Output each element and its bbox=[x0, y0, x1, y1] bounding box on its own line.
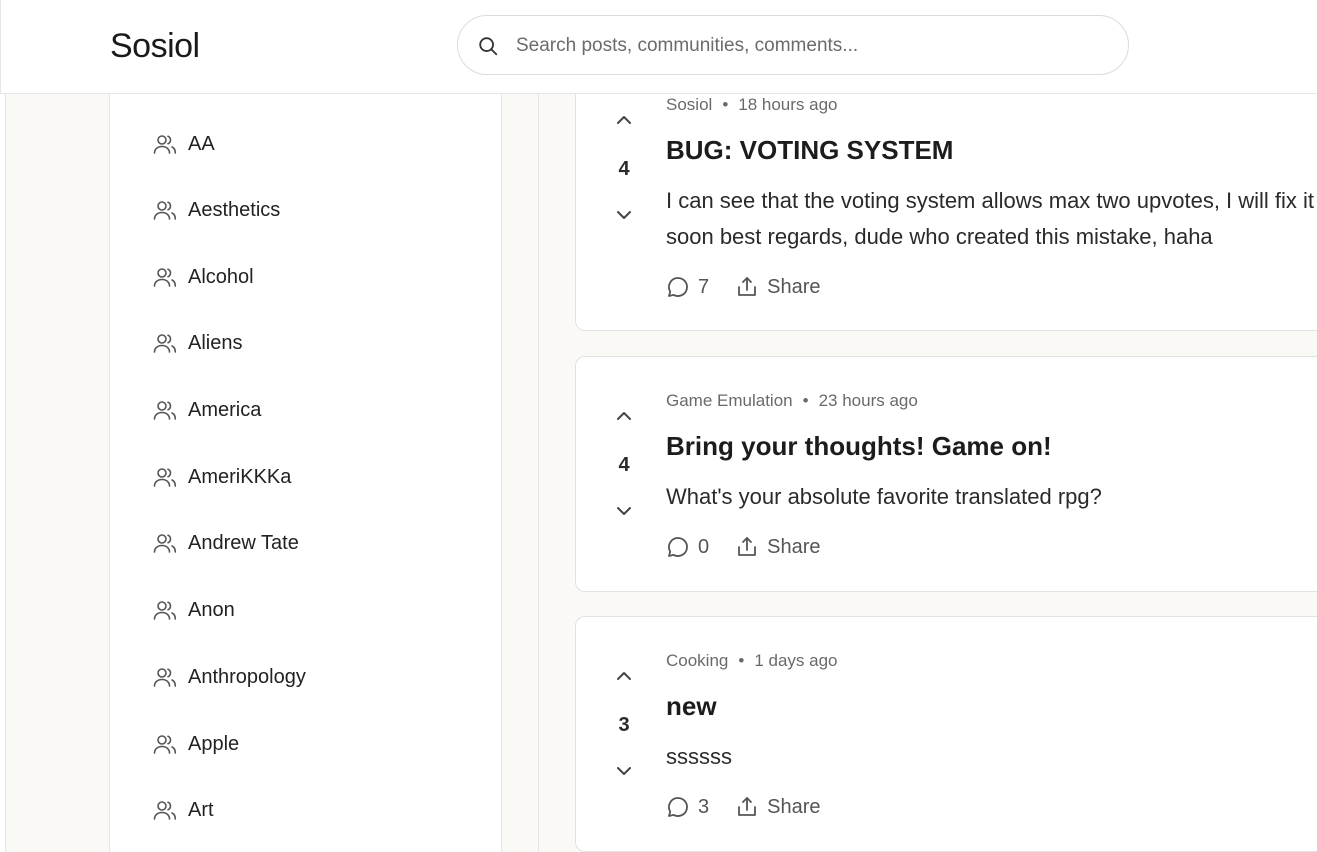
sidebar-item-label: Alcohol bbox=[188, 265, 254, 288]
sidebar-item-label: Anon bbox=[188, 598, 235, 621]
post-meta: Cooking • 1 days ago bbox=[666, 651, 838, 670]
chevron-up-icon[interactable] bbox=[614, 406, 634, 426]
users-icon bbox=[153, 801, 177, 820]
comment-icon bbox=[668, 277, 688, 297]
share-button[interactable]: Share bbox=[735, 275, 821, 299]
post-community[interactable]: Cooking bbox=[666, 651, 728, 670]
share-label: Share bbox=[767, 795, 821, 818]
vote-count: 4 bbox=[618, 454, 630, 476]
post-card: 3 Cooking • 1 days ago new ssssss 3 Share bbox=[575, 616, 1317, 852]
post-body: ssssss bbox=[666, 744, 732, 769]
left-panel-edge bbox=[0, 94, 6, 852]
comment-count: 7 bbox=[698, 275, 710, 298]
post-actions: 3 Share bbox=[666, 795, 821, 819]
sidebar-item-label: Andrew Tate bbox=[188, 531, 299, 554]
post-meta: Sosiol • 18 hours ago bbox=[666, 95, 838, 114]
post-card: 4 Sosiol • 18 hours ago BUG: VOTING SYSTEM… bbox=[575, 60, 1317, 331]
post-time: 1 days ago bbox=[754, 651, 838, 670]
users-icon bbox=[153, 268, 177, 287]
post-body: What's your absolute favorite translated… bbox=[666, 484, 1102, 509]
sidebar-item-aesthetics[interactable]: Aesthetics bbox=[152, 192, 472, 228]
sidebar-item-america[interactable]: America bbox=[152, 392, 472, 428]
post-actions: 0 Share bbox=[666, 535, 821, 559]
users-icon bbox=[153, 735, 177, 754]
post-card: 4 Game Emulation • 23 hours ago Bring your… bbox=[575, 356, 1317, 592]
search-input[interactable] bbox=[516, 30, 1096, 62]
post-time: 23 hours ago bbox=[818, 391, 918, 410]
users-icon bbox=[153, 334, 177, 353]
sidebar-item-label: Aesthetics bbox=[188, 198, 281, 221]
post-time: 18 hours ago bbox=[738, 95, 838, 114]
chevron-down-icon[interactable] bbox=[614, 501, 634, 521]
sidebar-item-label: AA bbox=[188, 132, 215, 155]
vote-count: 4 bbox=[618, 158, 630, 180]
post-actions: 7 Share bbox=[666, 275, 821, 299]
sidebar-item-label: Aliens bbox=[188, 331, 243, 354]
sidebar-item-label: Art bbox=[188, 798, 214, 821]
users-icon bbox=[153, 468, 177, 487]
comments-button[interactable]: 0 bbox=[666, 535, 709, 559]
comment-count: 0 bbox=[698, 535, 710, 558]
share-icon bbox=[738, 277, 757, 296]
users-icon bbox=[153, 534, 177, 553]
users-icon bbox=[153, 135, 177, 154]
column-divider bbox=[538, 94, 539, 852]
post-title[interactable]: BUG: VOTING SYSTEM bbox=[666, 135, 953, 166]
sidebar-item-anon[interactable]: Anon bbox=[152, 592, 472, 628]
comment-icon bbox=[668, 537, 688, 557]
sidebar-item-art[interactable]: Art bbox=[152, 792, 472, 828]
share-button[interactable]: Share bbox=[735, 535, 821, 559]
sidebar-item-aliens[interactable]: Aliens bbox=[152, 325, 472, 361]
users-icon bbox=[153, 401, 177, 420]
chevron-down-icon[interactable] bbox=[614, 761, 634, 781]
sidebar-item-label: AmeriKKKa bbox=[188, 465, 292, 488]
sidebar-item-alcohol[interactable]: Alcohol bbox=[152, 259, 472, 295]
sidebar-item-label: Anthropology bbox=[188, 665, 306, 688]
comment-count: 3 bbox=[698, 795, 710, 818]
sidebar-item-andrew-tate[interactable]: Andrew Tate bbox=[152, 525, 472, 561]
search-icon bbox=[479, 37, 498, 56]
share-icon bbox=[738, 537, 757, 556]
communities-sidebar: AA Aesthetics Alcohol Aliens America Ame… bbox=[109, 94, 502, 852]
post-community[interactable]: Sosiol bbox=[666, 95, 712, 114]
share-icon bbox=[738, 797, 757, 816]
post-title[interactable]: Bring your thoughts! Game on! bbox=[666, 431, 1052, 462]
post-community[interactable]: Game Emulation bbox=[666, 391, 793, 410]
post-body: I can see that the voting system allows … bbox=[666, 188, 1315, 249]
site-logo[interactable]: Sosiol bbox=[110, 27, 200, 66]
post-meta: Game Emulation • 23 hours ago bbox=[666, 391, 918, 410]
chevron-down-icon[interactable] bbox=[614, 205, 634, 225]
comments-button[interactable]: 7 bbox=[666, 275, 709, 299]
chevron-up-icon[interactable] bbox=[614, 110, 634, 130]
sidebar-item-aa[interactable]: AA bbox=[152, 126, 472, 162]
sidebar-item-amerikkka[interactable]: AmeriKKKa bbox=[152, 459, 472, 495]
sidebar-item-label: America bbox=[188, 398, 262, 421]
vote-count: 3 bbox=[618, 714, 630, 736]
sidebar-item-label: Apple bbox=[188, 732, 240, 755]
post-title[interactable]: new bbox=[666, 691, 717, 722]
share-button[interactable]: Share bbox=[735, 795, 821, 819]
users-icon bbox=[153, 601, 177, 620]
search-bar[interactable] bbox=[457, 15, 1129, 75]
users-icon bbox=[153, 201, 177, 220]
users-icon bbox=[153, 668, 177, 687]
top-header: Sosiol bbox=[0, 0, 1317, 94]
sidebar-item-anthropology[interactable]: Anthropology bbox=[152, 659, 472, 695]
sidebar-item-apple[interactable]: Apple bbox=[152, 726, 472, 762]
share-label: Share bbox=[767, 535, 821, 558]
comments-button[interactable]: 3 bbox=[666, 795, 709, 819]
comment-icon bbox=[668, 797, 688, 817]
chevron-up-icon[interactable] bbox=[614, 666, 634, 686]
share-label: Share bbox=[767, 275, 821, 298]
